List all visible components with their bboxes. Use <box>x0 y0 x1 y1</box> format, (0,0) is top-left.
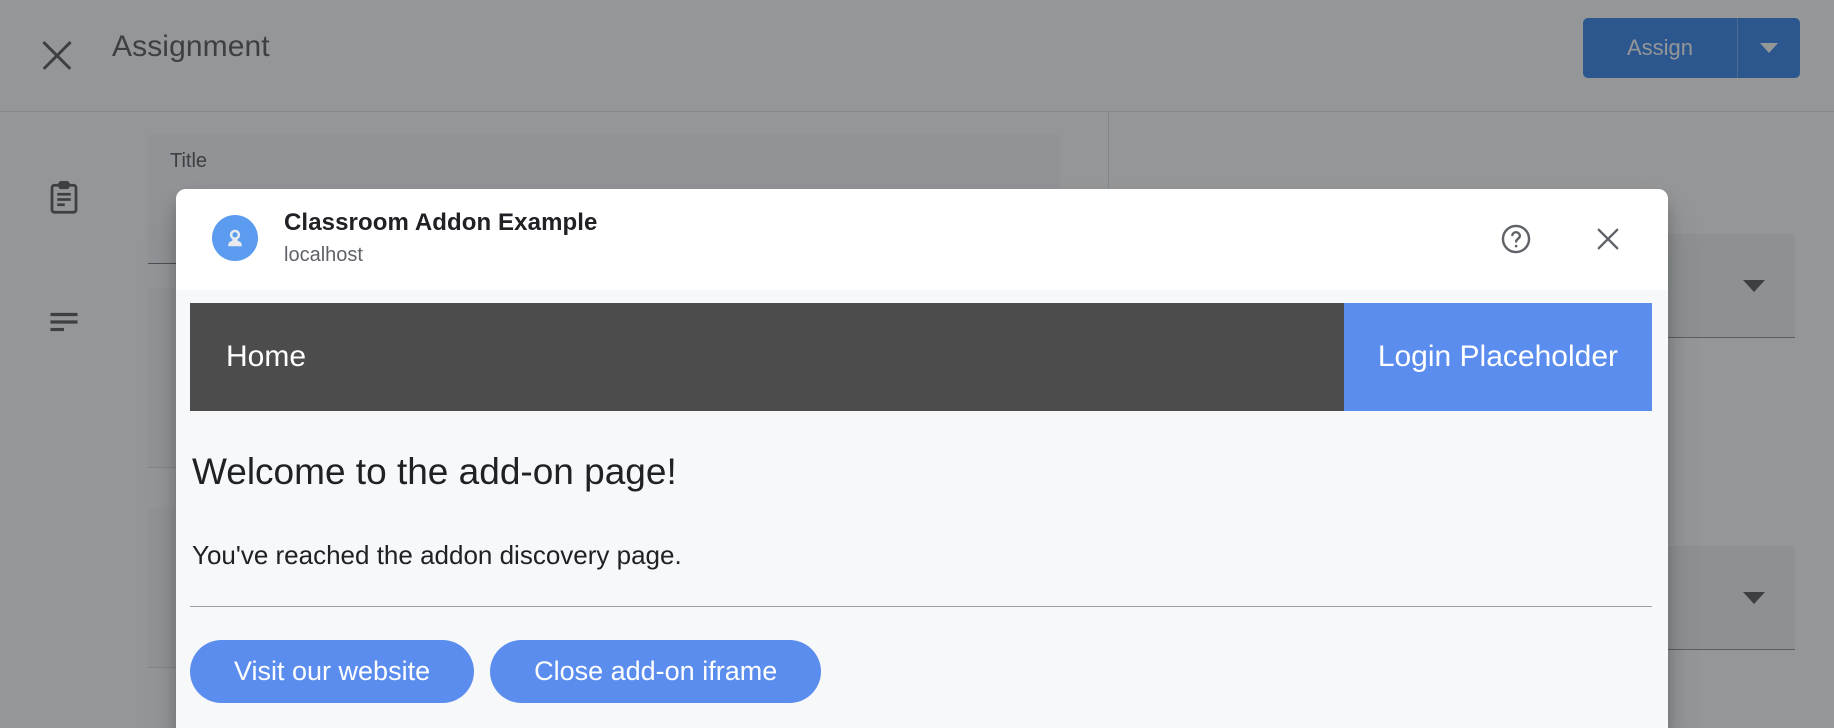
nav-item-home[interactable]: Home <box>190 303 1344 411</box>
addon-heading: Welcome to the add-on page! <box>192 451 677 492</box>
visit-website-button[interactable]: Visit our website <box>190 640 475 703</box>
addon-app-title: Classroom Addon Example <box>284 209 598 236</box>
close-addon-iframe-button[interactable]: Close add-on iframe <box>490 640 822 703</box>
addon-dialog: Classroom Addon Example localhost Home L… <box>176 189 1668 728</box>
addon-navbar: Home Login Placeholder <box>190 303 1652 411</box>
addon-app-origin: localhost <box>284 244 363 266</box>
nav-item-login-placeholder[interactable]: Login Placeholder <box>1343 303 1652 411</box>
horizontal-rule <box>190 606 1652 607</box>
screen-root: Assignment Assign <box>0 0 1834 728</box>
close-icon[interactable] <box>1586 217 1630 261</box>
addon-dialog-header: Classroom Addon Example localhost <box>176 189 1668 290</box>
addon-button-row: Visit our website Close add-on iframe <box>190 640 822 703</box>
addon-paragraph: You've reached the addon discovery page. <box>192 540 682 570</box>
addon-iframe-content: Home Login Placeholder Welcome to the ad… <box>176 290 1668 728</box>
help-button[interactable] <box>1494 217 1538 261</box>
classroom-addon-icon <box>212 215 258 261</box>
